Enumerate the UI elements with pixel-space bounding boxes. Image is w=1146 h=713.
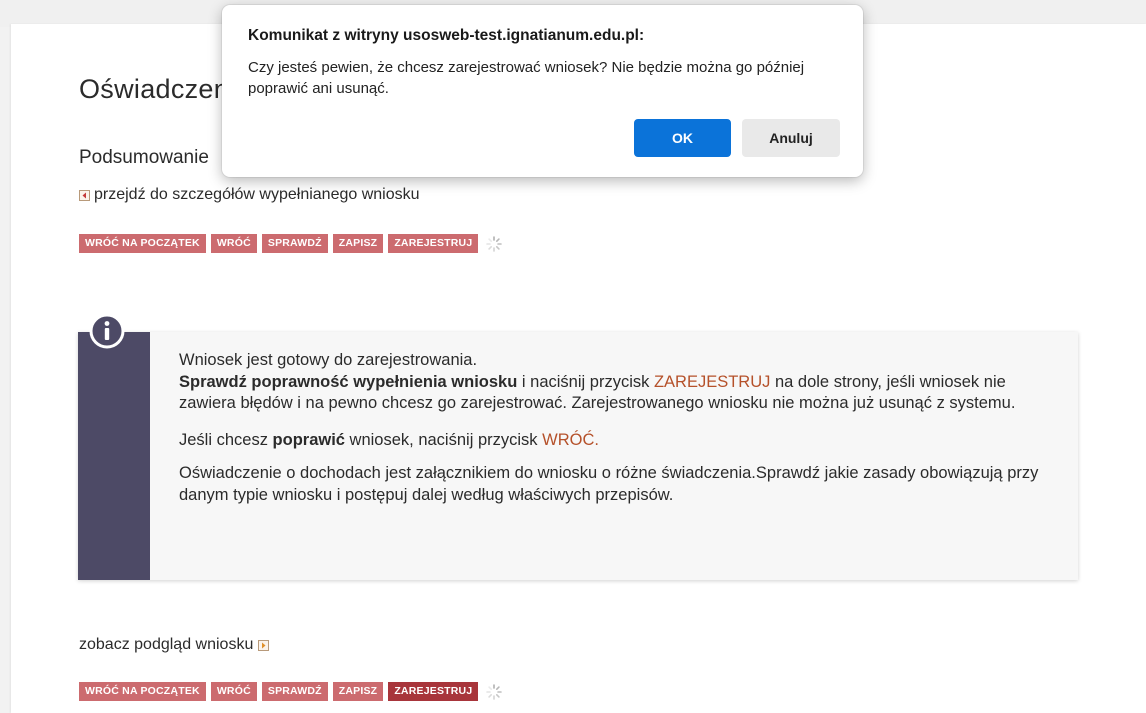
info-box: Wniosek jest gotowy do zarejestrowania. …	[78, 332, 1078, 580]
back-button[interactable]: WRÓĆ	[210, 682, 257, 701]
section-subtitle: Podsumowanie	[79, 147, 209, 168]
info-bold-correct: poprawić	[272, 430, 345, 449]
arrow-right-icon	[258, 639, 270, 651]
info-paragraph-3: Oświadczenie o dochodach jest załączniki…	[179, 464, 1039, 504]
check-button[interactable]: SPRAWDŹ	[261, 682, 328, 701]
info-strip	[78, 332, 150, 580]
button-row-bottom: WRÓĆ NA POCZĄTEK WRÓĆ SPRAWDŹ ZAPISZ ZAR…	[79, 682, 503, 701]
back-button[interactable]: WRÓĆ	[210, 234, 257, 253]
register-button[interactable]: ZAREJESTRUJ	[388, 682, 479, 701]
preview-link-label: zobacz podgląd wniosku	[79, 636, 254, 653]
save-button[interactable]: ZAPISZ	[332, 682, 384, 701]
dialog-title: Komunikat z witryny usosweb-test.ignatia…	[248, 27, 645, 44]
info-accent-back: WRÓĆ.	[542, 430, 599, 449]
info-icon	[89, 313, 125, 349]
register-button[interactable]: ZAREJESTRUJ	[388, 234, 479, 253]
cancel-button[interactable]: Anuluj	[742, 119, 840, 157]
info-bold-check: Sprawdź poprawność wypełnienia wniosku	[179, 372, 518, 391]
check-button[interactable]: SPRAWDŹ	[261, 234, 328, 253]
info-text-span: i naciśnij przycisk	[517, 372, 654, 391]
preview-link[interactable]: zobacz podgląd wniosku	[79, 636, 270, 654]
info-text-span: Jeśli chcesz	[179, 430, 273, 449]
confirm-dialog: Komunikat z witryny usosweb-test.ignatia…	[222, 5, 863, 177]
back-to-start-button[interactable]: WRÓĆ NA POCZĄTEK	[79, 682, 206, 701]
info-paragraph-2: Jeśli chcesz poprawić wniosek, naciśnij …	[179, 430, 1059, 452]
info-line-1: Wniosek jest gotowy do zarejestrowania.	[179, 351, 478, 369]
loading-spinner-icon	[486, 683, 503, 700]
dialog-message: Czy jesteś pewien, że chcesz zarejestrow…	[248, 59, 805, 97]
back-to-start-button[interactable]: WRÓĆ NA POCZĄTEK	[79, 234, 206, 253]
details-link[interactable]: przejdź do szczegółów wypełnianego wnios…	[79, 186, 420, 204]
info-text: Wniosek jest gotowy do zarejestrowania. …	[179, 350, 1059, 506]
arrow-left-icon	[79, 189, 90, 201]
info-accent-register: ZAREJESTRUJ	[653, 372, 771, 391]
ok-button[interactable]: OK	[634, 119, 731, 157]
info-text-span: wniosek, naciśnij przycisk	[344, 430, 543, 449]
save-button[interactable]: ZAPISZ	[332, 234, 384, 253]
info-paragraph-1: Sprawdź poprawność wypełnienia wniosku i…	[179, 372, 1059, 415]
loading-spinner-icon	[486, 235, 503, 252]
details-link-label: przejdź do szczegółów wypełnianego wnios…	[94, 186, 420, 203]
button-row-top: WRÓĆ NA POCZĄTEK WRÓĆ SPRAWDŹ ZAPISZ ZAR…	[79, 234, 503, 253]
